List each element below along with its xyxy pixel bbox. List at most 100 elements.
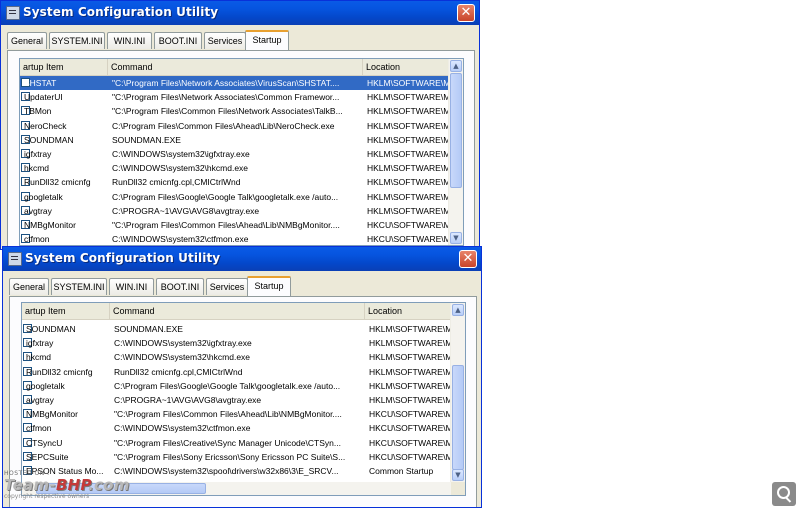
window-1-startup-panel: artup Item Command Location SHSTAT "C:\Pr… [7,50,475,249]
system-config-app-icon [8,252,22,266]
tab-win-ini[interactable]: WIN.INI [107,32,152,49]
startup-item-cell: avgtray [26,395,54,405]
column-header-location[interactable]: Location [363,59,453,75]
scroll-down-arrow-icon[interactable]: ▼ [450,232,462,244]
tab-win-ini[interactable]: WIN.INI [109,278,154,295]
location-cell: HKLM\SOFTWARE\M [367,149,451,159]
table-row[interactable]: RunDll32 cmicnfg RunDll32 cmicnfg.cpl,CMI… [20,175,450,189]
location-cell: Common Startup [369,466,434,476]
location-cell: HKCU\SOFTWARE\M [369,451,453,462]
command-cell: "C:\Program Files\Network Associates\Com… [112,92,340,103]
startup-item-cell: NMBgMonitor [26,409,78,420]
startup-item-cell: ctfmon [26,423,52,434]
tab-general[interactable]: General [7,32,47,49]
table-row[interactable]: ctfmon C:\WINDOWS\system32\ctfmon.exe HKCU… [20,232,451,245]
command-cell: C:\Program Files\Google\Google Talk\goog… [114,380,341,391]
window-2-title: System Configuration Utility [25,251,221,265]
location-cell: HKCU\SOFTWARE\M [367,234,451,245]
scroll-up-arrow-icon[interactable]: ▲ [452,304,464,316]
table-row[interactable]: UpdaterUI "C:\Program Files\Network Assoc… [20,90,450,104]
command-cell: "C:\Program Files\Creative\Sync Manager … [114,437,341,448]
scrollbar-thumb[interactable] [450,73,462,188]
startup-item-cell: hkcmd [24,163,50,174]
tab-startup[interactable]: Startup [245,30,289,50]
startup-item-cell: NMBgMonitor [24,220,76,230]
window-2-titlebar[interactable]: System Configuration Utility ✕ [3,247,481,271]
table-row[interactable]: NMBgMonitor "C:\Program Files\Common File… [22,407,453,421]
command-cell: C:\WINDOWS\system32\hkcmd.exe [114,352,251,363]
tab-services[interactable]: Services [204,32,246,49]
table-row[interactable]: NMBgMonitor "C:\Program Files\Common File… [20,218,451,232]
location-cell: HKLM\SOFTWARE\M [369,352,453,363]
table-row[interactable]: googletalk C:\Program Files\Google\Google… [22,379,452,393]
location-cell: HKLM\SOFTWARE\M [367,120,451,131]
startup-item-cell: SEPCSuite [26,451,69,462]
table-row[interactable]: SOUNDMAN SOUNDMAN.EXE HKLM\SOFTWARE\M [22,322,452,336]
location-cell: HKLM\SOFTWARE\M [367,78,451,88]
scroll-down-arrow-icon[interactable]: ▼ [452,469,464,481]
location-cell: HKLM\SOFTWARE\M [367,191,451,202]
command-cell: "C:\Program Files\Common Files\Ahead\Lib… [114,409,342,420]
vertical-scrollbar[interactable]: ▲ ▼ [450,303,465,482]
startup-item-cell: hkcmd [26,352,52,363]
table-row[interactable]: CTSyncU "C:\Program Files\Creative\Sync M… [22,436,453,450]
command-cell: RunDll32 cmicnfg.cpl,CMICtrlWnd [114,366,243,377]
startup-list[interactable]: artup Item Command Location SOUNDMAN SOUN… [21,302,466,496]
table-row[interactable]: igfxtray C:\WINDOWS\system32\igfxtray.exe… [20,147,450,161]
table-row[interactable]: TBMon "C:\Program Files\Common Files\Netw… [20,104,450,118]
table-row[interactable]: RunDll32 cmicnfg RunDll32 cmicnfg.cpl,CMI… [22,365,452,379]
startup-item-cell: SOUNDMAN [26,324,76,334]
table-row[interactable]: SOUNDMAN SOUNDMAN.EXE HKLM\SOFTWARE\M [20,133,450,147]
scroll-up-arrow-icon[interactable]: ▲ [450,60,462,72]
watermark-logo: Team-BHP.com [4,477,130,493]
tab-system-ini[interactable]: SYSTEM.INI [49,32,105,49]
window-2-close-button[interactable]: ✕ [459,250,477,268]
command-cell: "C:\Program Files\Network Associates\Vir… [112,78,340,88]
table-row[interactable]: SEPCSuite "C:\Program Files\Sony Ericsson… [22,450,453,464]
column-header-startup-item[interactable]: artup Item [20,59,108,75]
startup-list[interactable]: artup Item Command Location SHSTAT "C:\Pr… [19,58,464,246]
location-cell: HKLM\SOFTWARE\M [367,163,451,174]
command-cell: C:\Program Files\Google\Google Talk\goog… [112,191,339,202]
table-row[interactable]: SHSTAT "C:\Program Files\Network Associat… [20,76,450,90]
location-cell: HKLM\SOFTWARE\M [369,366,453,377]
command-cell: RunDll32 cmicnfg.cpl,CMICtrlWnd [112,177,241,188]
table-row[interactable]: ctfmon C:\WINDOWS\system32\ctfmon.exe HKCU… [22,421,453,435]
tab-system-ini[interactable]: SYSTEM.INI [51,278,107,295]
command-cell: SOUNDMAN.EXE [112,134,181,145]
startup-item-cell: RunDll32 cmicnfg [24,177,91,188]
column-header-command[interactable]: Command [108,59,363,75]
list-header: artup Item Command Location [20,59,453,76]
column-header-command[interactable]: Command [110,303,365,319]
startup-item-cell: avgtray [24,205,52,216]
magnifier-zoom-icon[interactable] [772,482,796,506]
table-row[interactable]: googletalk C:\Program Files\Google\Google… [20,190,450,204]
vertical-scrollbar[interactable]: ▲ ▼ [448,59,463,245]
command-cell: C:\PROGRA~1\AVG\AVG8\avgtray.exe [112,205,260,216]
tab-boot-ini[interactable]: BOOT.INI [156,278,204,295]
table-row[interactable]: NeroCheck C:\Program Files\Common Files\A… [20,119,450,133]
table-row[interactable]: hkcmd C:\WINDOWS\system32\hkcmd.exe HKLM\S… [20,161,450,175]
location-cell: HKLM\SOFTWARE\M [369,324,453,334]
column-header-startup-item[interactable]: artup Item [22,303,110,319]
startup-item-cell: RunDll32 cmicnfg [26,366,93,377]
window-1-titlebar[interactable]: System Configuration Utility ✕ [1,1,479,25]
tab-boot-ini[interactable]: BOOT.INI [154,32,202,49]
scrollbar-thumb[interactable] [452,365,464,470]
watermark-copyright: copyright respective owners [4,493,90,500]
startup-item-cell: googletalk [26,380,65,391]
table-row[interactable]: hkcmd C:\WINDOWS\system32\hkcmd.exe HKLM\S… [22,350,452,364]
command-cell: C:\WINDOWS\system32\igfxtray.exe [114,338,252,349]
startup-item-cell: NeroCheck [24,120,67,131]
tab-services[interactable]: Services [206,278,248,295]
watermark-logo-end: .com [87,476,130,494]
column-header-location[interactable]: Location [365,303,455,319]
tab-general[interactable]: General [9,278,49,295]
tab-startup[interactable]: Startup [247,276,291,296]
command-cell: C:\PROGRA~1\AVG\AVG8\avgtray.exe [114,395,262,405]
table-row[interactable]: igfxtray C:\WINDOWS\system32\igfxtray.exe… [22,336,452,350]
command-cell: C:\WINDOWS\system32\igfxtray.exe [112,149,250,159]
table-row[interactable]: avgtray C:\PROGRA~1\AVG\AVG8\avgtray.exe H… [22,393,452,407]
table-row[interactable]: avgtray C:\PROGRA~1\AVG\AVG8\avgtray.exe H… [20,204,450,218]
window-1-close-button[interactable]: ✕ [457,4,475,22]
